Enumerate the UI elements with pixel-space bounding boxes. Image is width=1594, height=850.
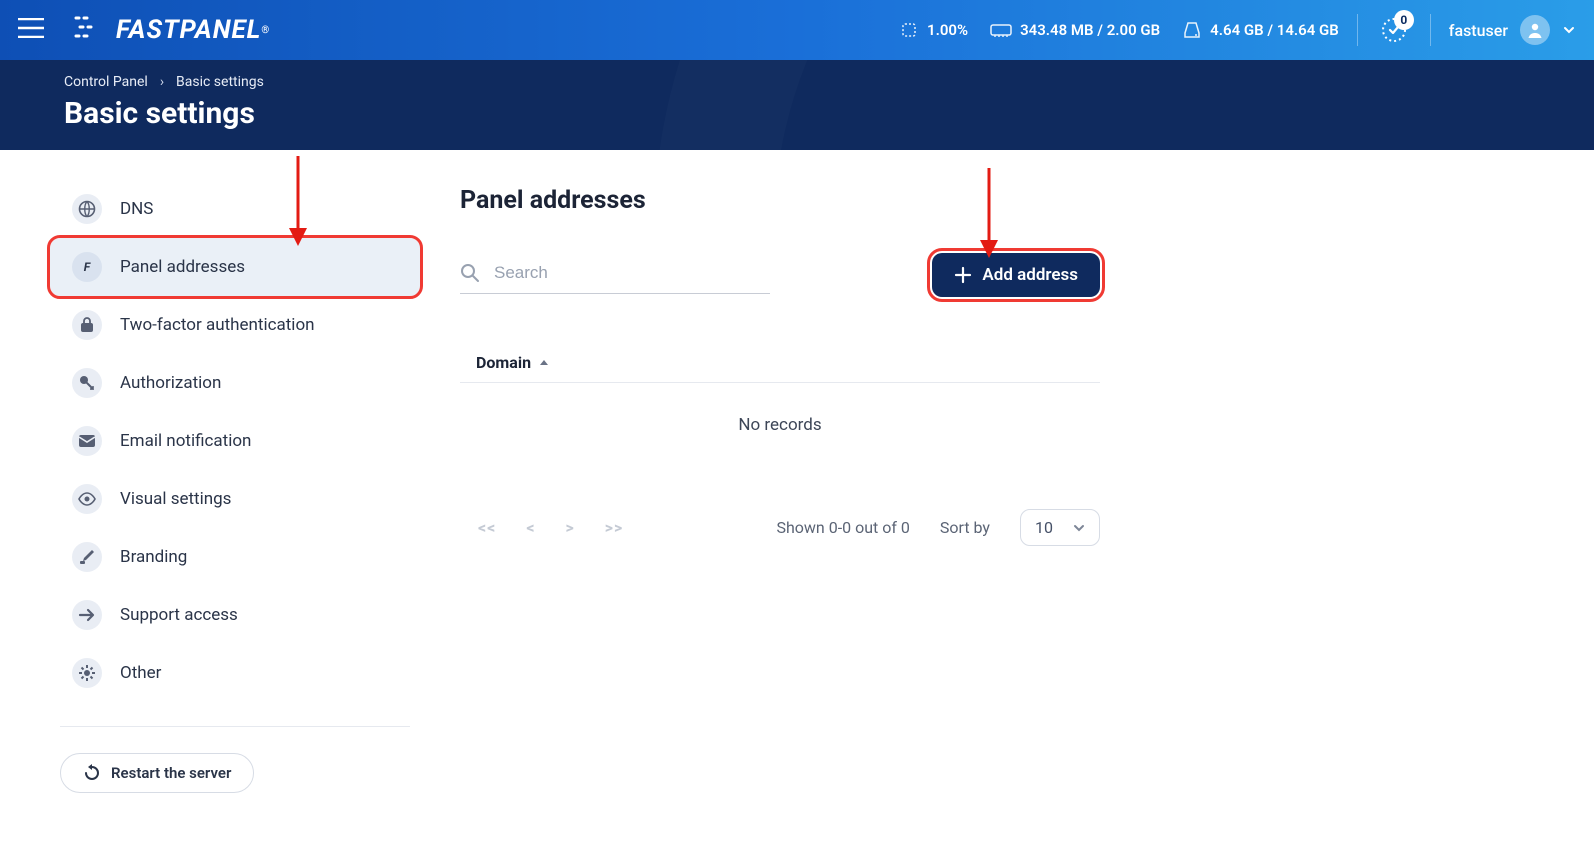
breadcrumb: Control Panel › Basic settings [64,74,1530,90]
mail-icon [72,426,102,456]
addresses-table: Domain No records [460,343,1100,467]
disk-stat[interactable]: 4.64 GB / 14.64 GB [1182,20,1339,40]
sidebar-item-label: Branding [120,547,187,567]
pager-prev[interactable]: < [526,518,535,537]
brush-icon [72,542,102,572]
content: Panel addresses Add address Domain No re… [460,180,1100,793]
sidebar-item-authorization[interactable]: Authorization [50,354,420,412]
plus-icon [954,266,972,284]
sidebar-item-panel-addresses[interactable]: F Panel addresses [50,238,420,296]
notif-badge: 0 [1394,10,1414,30]
pager-last[interactable]: >> [605,518,624,537]
sidebar-item-label: Visual settings [120,489,231,509]
main: DNS F Panel addresses Two-factor authent… [0,150,1594,793]
table-header-row: Domain [460,343,1100,383]
mem-stat[interactable]: 343.48 MB / 2.00 GB [990,21,1160,39]
sort-by-label: Sort by [940,518,990,537]
sidebar: DNS F Panel addresses Two-factor authent… [50,180,420,793]
hamburger-icon [18,18,44,38]
cpu-value: 1.00% [927,21,968,39]
sidebar-item-email[interactable]: Email notification [50,412,420,470]
menu-toggle-button[interactable] [18,18,44,42]
sidebar-item-branding[interactable]: Branding [50,528,420,586]
col-domain-header[interactable]: Domain [476,353,549,372]
content-title: Panel addresses [460,186,1100,215]
topbar: FASTPANEL® 1.00% 343.48 MB / 2.00 GB 4.6… [0,0,1594,60]
logo-reg: ® [261,25,270,36]
sidebar-item-visual[interactable]: Visual settings [50,470,420,528]
chevron-down-icon [1562,23,1576,37]
panel-icon: F [72,252,102,282]
globe-icon [72,194,102,224]
disk-value: 4.64 GB / 14.64 GB [1210,21,1339,39]
sort-asc-icon [539,358,549,368]
pager-next[interactable]: > [565,518,574,537]
sidebar-item-dns[interactable]: DNS [50,180,420,238]
disk-icon [1182,20,1202,40]
username: fastuser [1449,21,1508,40]
page-header: Control Panel › Basic settings Basic set… [0,60,1594,150]
add-label: Add address [982,265,1078,285]
topbar-divider [1357,14,1358,46]
svg-text:F: F [84,260,92,274]
notifications-button[interactable]: 0 [1376,12,1412,48]
sidebar-item-other[interactable]: Other [50,644,420,702]
sidebar-item-label: Two-factor authentication [120,315,315,335]
logo-mark-icon [74,15,108,46]
user-icon [1526,21,1544,39]
memory-icon [990,22,1012,38]
search-input[interactable] [494,263,770,283]
gear-icon [72,658,102,688]
restart-server-button[interactable]: Restart the server [60,753,254,793]
sidebar-item-label: Support access [120,605,238,625]
sidebar-item-2fa[interactable]: Two-factor authentication [50,296,420,354]
per-page-select[interactable]: 10 [1020,509,1100,546]
topbar-divider-2 [1430,14,1431,46]
topbar-stats: 1.00% 343.48 MB / 2.00 GB 4.64 GB / 14.6… [899,20,1339,40]
search-icon [460,263,480,283]
key-icon [72,368,102,398]
shown-text: Shown 0-0 out of 0 [776,518,909,537]
no-records-text: No records [460,383,1100,467]
lock-icon [72,310,102,340]
sidebar-item-label: Panel addresses [120,257,245,277]
breadcrumb-current: Basic settings [176,74,264,90]
pager-first[interactable]: << [478,518,496,537]
eye-icon [72,484,102,514]
sidebar-item-label: Email notification [120,431,251,451]
mem-value: 343.48 MB / 2.00 GB [1020,21,1160,39]
logo[interactable]: FASTPANEL® [74,15,270,46]
add-address-button[interactable]: Add address [932,253,1100,297]
sidebar-divider [60,726,410,727]
chevron-down-icon [1073,522,1085,534]
chevron-right-icon: › [160,74,164,90]
restart-label: Restart the server [111,764,231,782]
restart-icon [83,764,101,782]
sidebar-item-support[interactable]: Support access [50,586,420,644]
per-page-value: 10 [1035,518,1053,537]
breadcrumb-root[interactable]: Control Panel [64,74,148,90]
cpu-stat[interactable]: 1.00% [899,20,968,40]
col-domain-label: Domain [476,353,531,372]
page-title: Basic settings [64,96,1530,131]
search-field[interactable] [460,257,770,294]
sidebar-item-label: DNS [120,199,153,219]
avatar [1520,15,1550,45]
cpu-icon [899,20,919,40]
logo-text: FASTPANEL [116,15,261,45]
user-menu[interactable]: fastuser [1449,15,1576,45]
sidebar-item-label: Other [120,663,161,683]
sidebar-item-label: Authorization [120,373,221,393]
arrow-right-icon [72,600,102,630]
pager: << < > >> Shown 0-0 out of 0 Sort by 10 [460,509,1100,546]
